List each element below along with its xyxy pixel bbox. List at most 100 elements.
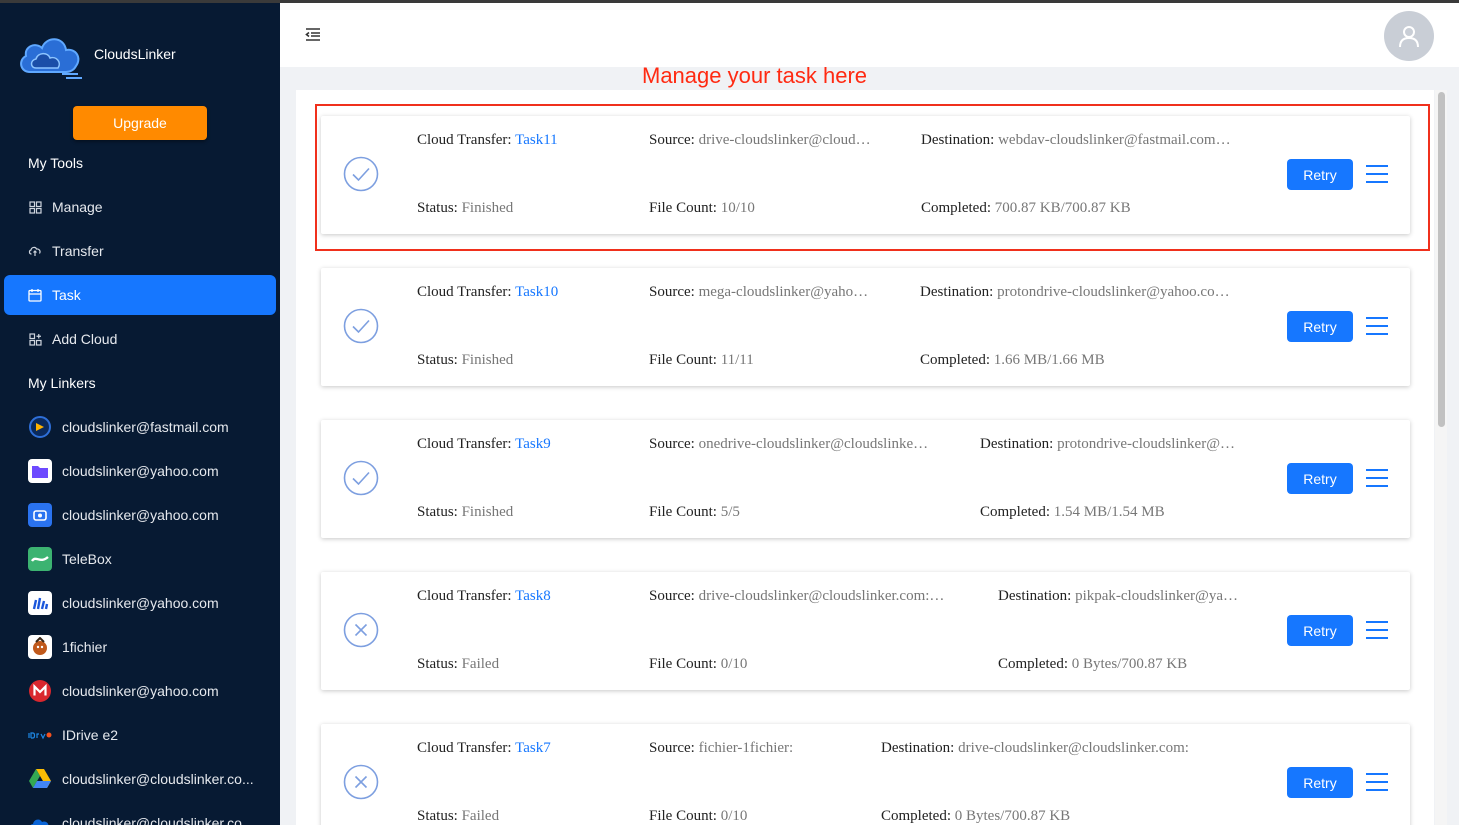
check-circle-icon	[343, 156, 379, 192]
task-name-link[interactable]: Task8	[515, 588, 551, 604]
task-completed-field: Completed: 1.66 MB/1.66 MB	[920, 352, 1105, 368]
retry-button[interactable]: Retry	[1287, 767, 1353, 798]
sidebar-item-transfer[interactable]: Transfer	[4, 231, 276, 271]
close-circle-icon	[343, 612, 379, 648]
task-name-field: Cloud Transfer: Task9	[417, 436, 551, 452]
task-source-field: Source: fichier-1fichier:	[649, 740, 794, 756]
task-completed-field: Completed: 700.87 KB/700.87 KB	[921, 200, 1131, 216]
user-avatar[interactable]	[1384, 11, 1434, 61]
task-destination-field: Destination: webdav-cloudslinker@fastmai…	[921, 132, 1231, 148]
proton-drive-icon	[28, 459, 52, 483]
task-status-field: Status: Finished	[417, 504, 514, 520]
sidebar-item-label: Transfer	[52, 243, 104, 259]
linker-item[interactable]: TeleBox	[28, 546, 112, 572]
linker-item[interactable]: cloudslinker@fastmail.com	[28, 414, 229, 440]
sidebar-item-manage[interactable]: Manage	[4, 187, 276, 227]
menu-icon[interactable]	[1366, 467, 1388, 489]
menu-icon[interactable]	[1366, 163, 1388, 185]
scrollbar-thumb[interactable]	[1438, 92, 1445, 427]
upgrade-button[interactable]: Upgrade	[73, 106, 207, 140]
linker-label: TeleBox	[62, 551, 112, 567]
linker-item[interactable]: cloudslinker@cloudslinker.co	[28, 810, 242, 825]
onedrive-icon	[28, 811, 52, 825]
task-card: Cloud Transfer: Task9 Source: onedrive-c…	[321, 420, 1410, 538]
google-drive-icon	[28, 767, 52, 791]
linker-item[interactable]: cloudslinker@yahoo.com	[28, 458, 219, 484]
task-file-count-field: File Count: 5/5	[649, 504, 740, 520]
app-logo[interactable]: CloudsLinker	[16, 28, 176, 80]
task-destination-field: Destination: protondrive-cloudslinker@ya…	[920, 284, 1230, 300]
linker-label: IDrive e2	[62, 727, 119, 743]
task-file-count-field: File Count: 0/10	[649, 808, 748, 824]
sidebar: CloudsLinker Upgrade My Tools Manage Tra…	[0, 0, 280, 825]
task-destination-field: Destination: pikpak-cloudslinker@ya…	[998, 588, 1239, 604]
linker-item[interactable]: 1fichier	[28, 634, 107, 660]
retry-button[interactable]: Retry	[1287, 159, 1353, 190]
annotation-text: Manage your task here	[642, 63, 868, 88]
task-destination-field: Destination: drive-cloudslinker@cloudsli…	[881, 740, 1189, 756]
sidebar-item-label: Manage	[52, 199, 103, 215]
menu-icon[interactable]	[1366, 315, 1388, 337]
linker-label: cloudslinker@yahoo.com	[62, 463, 219, 479]
task-card: Cloud Transfer: Task8 Source: drive-clou…	[321, 572, 1410, 690]
linker-label: cloudslinker@cloudslinker.co...	[62, 771, 254, 787]
task-status-field: Status: Failed	[417, 808, 500, 824]
task-card: Cloud Transfer: Task11 Source: drive-clo…	[321, 116, 1410, 234]
task-file-count-field: File Count: 11/11	[649, 352, 754, 368]
linker-label: cloudslinker@cloudslinker.co	[62, 815, 242, 825]
icedrive-icon	[28, 591, 52, 615]
menu-fold-icon[interactable]	[304, 25, 322, 43]
check-circle-icon	[343, 460, 379, 496]
linker-item[interactable]: IDrive e2	[28, 722, 118, 748]
task-status-field: Status: Finished	[417, 352, 514, 368]
top-header	[280, 3, 1459, 67]
my-tools-title: My Tools	[28, 155, 83, 171]
task-card: Cloud Transfer: Task10 Source: mega-clou…	[321, 268, 1410, 386]
linker-label: cloudslinker@yahoo.com	[62, 507, 219, 523]
task-name-field: Cloud Transfer: Task11	[417, 132, 558, 148]
task-completed-field: Completed: 0 Bytes/700.87 KB	[998, 656, 1188, 672]
linker-item[interactable]: cloudslinker@yahoo.com	[28, 590, 219, 616]
task-status-field: Status: Finished	[417, 200, 514, 216]
mega-icon	[28, 679, 52, 703]
check-circle-icon	[343, 308, 379, 344]
task-completed-field: Completed: 0 Bytes/700.87 KB	[881, 808, 1071, 824]
task-name-link[interactable]: Task7	[515, 740, 551, 756]
task-source-field: Source: drive-cloudslinker@cloud…	[649, 132, 871, 148]
menu-icon[interactable]	[1366, 619, 1388, 641]
linker-item[interactable]: cloudslinker@yahoo.com	[28, 678, 219, 704]
telebox-icon	[28, 547, 52, 571]
task-completed-field: Completed: 1.54 MB/1.54 MB	[980, 504, 1165, 520]
user-icon	[1399, 26, 1419, 48]
cloud-transfer-icon	[28, 244, 42, 258]
sidebar-item-task[interactable]: Task	[4, 275, 276, 315]
cloud-logo-icon	[20, 38, 82, 79]
task-source-field: Source: onedrive-cloudslinker@cloudslink…	[649, 436, 929, 452]
fastmail-icon	[28, 415, 52, 439]
retry-button[interactable]: Retry	[1287, 615, 1353, 646]
task-source-field: Source: drive-cloudslinker@cloudslinker.…	[649, 588, 945, 604]
retry-button[interactable]: Retry	[1287, 463, 1353, 494]
retry-button[interactable]: Retry	[1287, 311, 1353, 342]
calendar-icon	[28, 288, 42, 302]
task-source-field: Source: mega-cloudslinker@yaho…	[649, 284, 869, 300]
menu-icon[interactable]	[1366, 771, 1388, 793]
grid-icon	[28, 200, 42, 214]
linker-item[interactable]: cloudslinker@yahoo.com	[28, 502, 219, 528]
task-card: Cloud Transfer: Task7 Source: fichier-1f…	[321, 724, 1410, 825]
linker-label: 1fichier	[62, 639, 108, 655]
task-name-link[interactable]: Task11	[515, 132, 558, 148]
task-name-link[interactable]: Task10	[515, 284, 558, 300]
my-linkers-title: My Linkers	[28, 375, 96, 391]
sidebar-item-add-cloud[interactable]: Add Cloud	[4, 319, 276, 359]
linker-item[interactable]: cloudslinker@cloudslinker.co...	[28, 766, 254, 792]
linker-label: cloudslinker@yahoo.com	[62, 595, 219, 611]
linker-label: cloudslinker@fastmail.com	[62, 419, 229, 435]
task-file-count-field: File Count: 10/10	[649, 200, 755, 216]
window-top-border	[0, 0, 1459, 3]
idrive-icon	[28, 723, 52, 747]
task-name-field: Cloud Transfer: Task7	[417, 740, 551, 756]
task-name-link[interactable]: Task9	[515, 436, 551, 452]
close-circle-icon	[343, 764, 379, 800]
add-grid-icon	[28, 332, 42, 346]
